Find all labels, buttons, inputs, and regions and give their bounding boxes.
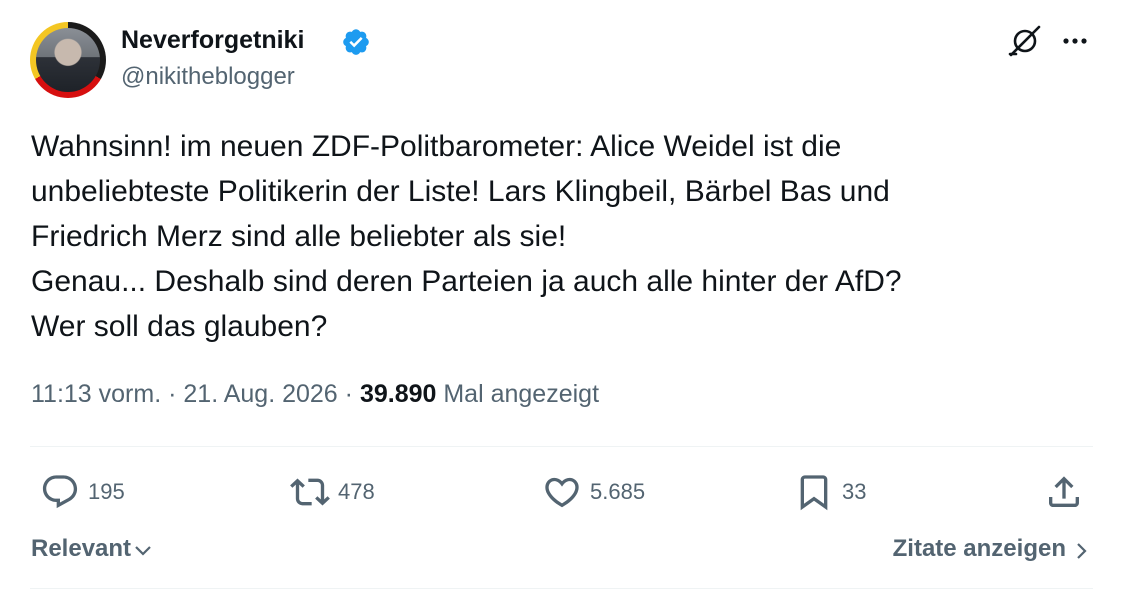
like-count: 5.685: [590, 479, 646, 504]
retweet-icon: [290, 478, 330, 506]
grok-icon[interactable]: [1008, 24, 1042, 58]
divider: [30, 446, 1093, 447]
reply-icon: [42, 475, 78, 509]
tweet-text: Wahnsinn! im neuen ZDF-Politbarometer: A…: [31, 124, 1091, 349]
views-label: Mal angezeigt: [443, 380, 600, 408]
verified-badge-icon: [343, 29, 369, 55]
tweet-meta: 11:13 vorm. · 21. Aug. 2026 · 39.890 Mal…: [31, 380, 599, 409]
sort-replies-button[interactable]: Relevant: [31, 535, 153, 563]
chevron-down-icon: [135, 546, 151, 556]
like-button[interactable]: 5.685: [542, 471, 645, 513]
avatar-photo: [36, 28, 100, 92]
tweet-text-line: unbeliebteste Politikerin der Liste! Lar…: [31, 175, 890, 208]
tweet-text-line: Wahnsinn! im neuen ZDF-Politbarometer: A…: [31, 130, 842, 163]
share-button[interactable]: [1044, 471, 1084, 513]
display-name[interactable]: Neverforgetniki: [121, 26, 304, 55]
reply-button[interactable]: 195: [40, 471, 125, 513]
divider: [30, 588, 1093, 589]
more-icon[interactable]: [1060, 30, 1090, 52]
meta-separator: ·: [168, 380, 177, 408]
quotes-label: Zitate anzeigen: [892, 535, 1066, 562]
avatar[interactable]: [30, 22, 106, 98]
sort-label: Relevant: [31, 535, 132, 562]
view-quotes-link[interactable]: Zitate anzeigen: [893, 535, 1092, 563]
meta-separator: ·: [344, 380, 353, 408]
reply-count: 195: [88, 479, 125, 504]
views-count: 39.890: [359, 380, 437, 408]
tweet-time[interactable]: 11:13 vorm.: [31, 380, 161, 408]
tweet-text-line: Wer soll das glauben?: [31, 310, 328, 343]
retweet-count: 478: [338, 479, 375, 504]
tweet-date[interactable]: 21. Aug. 2026: [183, 380, 337, 408]
bookmark-button[interactable]: 33: [794, 471, 866, 513]
bookmark-count: 33: [842, 479, 867, 504]
retweet-button[interactable]: 478: [290, 471, 375, 513]
share-icon: [1049, 476, 1079, 507]
heart-icon: [545, 477, 579, 508]
handle[interactable]: @nikitheblogger: [121, 63, 295, 91]
tweet-card: Neverforgetniki @nikitheblogger Wahnsinn…: [0, 0, 1123, 590]
chevron-right-icon: [1077, 542, 1087, 559]
bookmark-icon: [800, 475, 828, 511]
tweet-text-line: Genau... Deshalb sind deren Parteien ja …: [31, 265, 902, 298]
tweet-text-line: Friedrich Merz sind alle beliebter als s…: [31, 220, 567, 253]
